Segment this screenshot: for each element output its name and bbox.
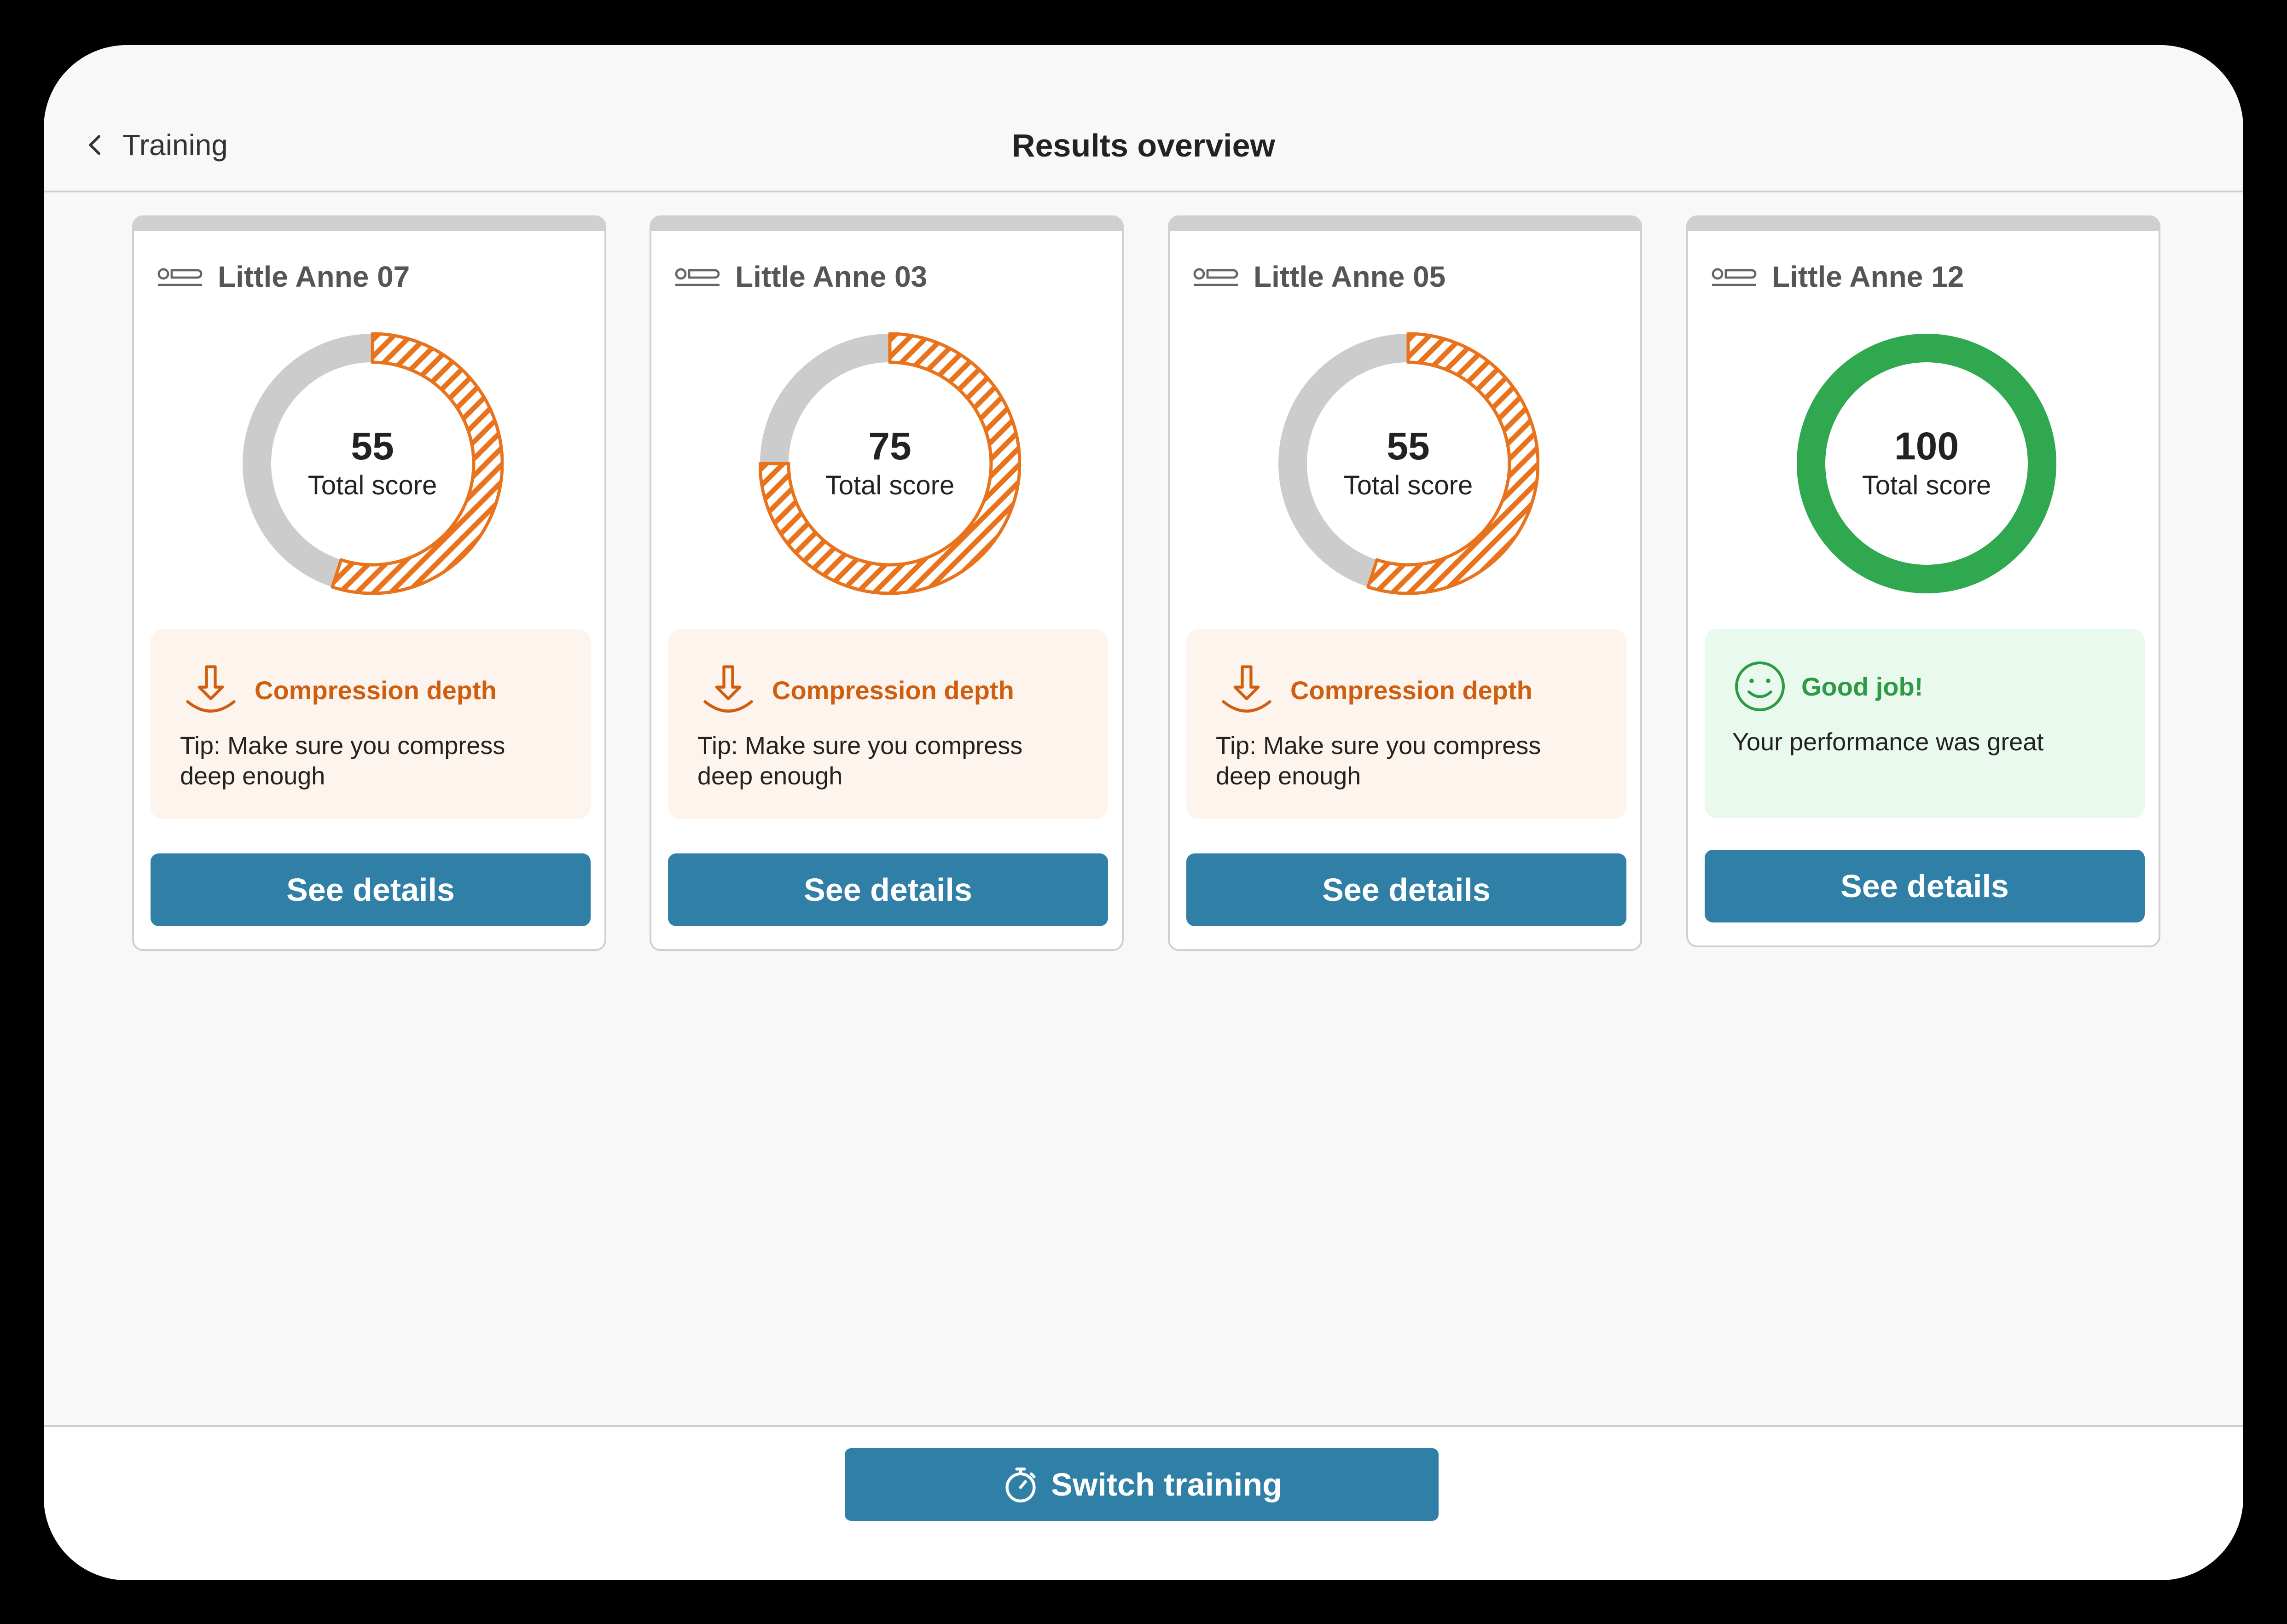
switch-training-label: Switch training [1051,1467,1282,1502]
tip-body: Tip: Make sure you compress deep enough [1216,732,1541,790]
see-details-button[interactable]: See details [1186,853,1626,926]
tip-title: Compression depth [255,675,497,705]
stopwatch-icon [1005,1467,1036,1502]
result-card: Little Anne 05 55 Total score Compressio… [1168,215,1642,951]
manikin-icon [1712,268,1757,286]
card-name: Little Anne 07 [218,260,410,293]
tip-panel: Compression depth Tip: Make sure you com… [1186,629,1626,819]
tip-title: Compression depth [1290,675,1532,705]
see-details-button[interactable]: See details [1705,850,2145,922]
card-top-strip [134,217,604,231]
card-top-strip [1688,217,2159,231]
card-header: Little Anne 07 [157,260,410,294]
tip-panel: Compression depth Tip: Make sure you com… [151,629,591,819]
score-ring [243,332,504,595]
smiley-icon [1735,661,1785,711]
result-card: Little Anne 12 100 Total score Good job!… [1686,215,2160,947]
score-arc [331,332,504,595]
card-name: Little Anne 12 [1772,260,1964,293]
card-header: Little Anne 05 [1193,260,1445,294]
score-ring [1278,332,1540,595]
manikin-icon [1193,268,1238,286]
tip-body: Tip: Make sure you compress deep enough [697,732,1023,790]
tip-body: Your performance was great [1732,728,2044,756]
tip-title: Compression depth [772,675,1014,705]
switch-training-button[interactable]: Switch training [845,1448,1439,1521]
tip-body: Tip: Make sure you compress deep enough [180,732,505,790]
result-card: Little Anne 03 75 Total score Compressio… [650,215,1124,951]
top-bar: Training Results overview [44,45,2243,192]
score-donut: 55 Total score [1277,332,1540,595]
score-donut: 55 Total score [241,332,504,595]
arrow-down-icon [703,665,753,713]
card-header: Little Anne 03 [674,260,927,294]
feedback-panel: Good job! Your performance was great [1705,629,2145,818]
score-donut: 100 Total score [1795,332,2058,595]
score-ring [1797,334,2056,593]
score-donut: 75 Total score [758,332,1022,595]
tip-panel: Compression depth Tip: Make sure you com… [668,629,1108,819]
app-screen: Training Results overview Little Anne 07… [44,45,2243,1580]
card-top-strip [651,217,1122,231]
result-card: Little Anne 07 55 Total score Compressio… [132,215,606,951]
score-arc [1797,334,2056,593]
page-title: Results overview [1012,128,1275,163]
card-name: Little Anne 05 [1254,260,1446,293]
card-name: Little Anne 03 [735,260,928,293]
arrow-down-icon [186,665,236,713]
manikin-icon [675,268,720,286]
tip-title: Good job! [1801,672,1923,701]
see-details-button[interactable]: See details [668,853,1108,926]
score-ring [758,332,1022,595]
see-details-button[interactable]: See details [151,853,591,926]
arrow-down-icon [1222,665,1271,713]
manikin-icon [157,268,203,286]
score-arc [1366,332,1540,595]
card-top-strip [1170,217,1640,231]
bottom-bar: Switch training [44,1425,2243,1580]
card-header: Little Anne 12 [1711,260,1964,294]
